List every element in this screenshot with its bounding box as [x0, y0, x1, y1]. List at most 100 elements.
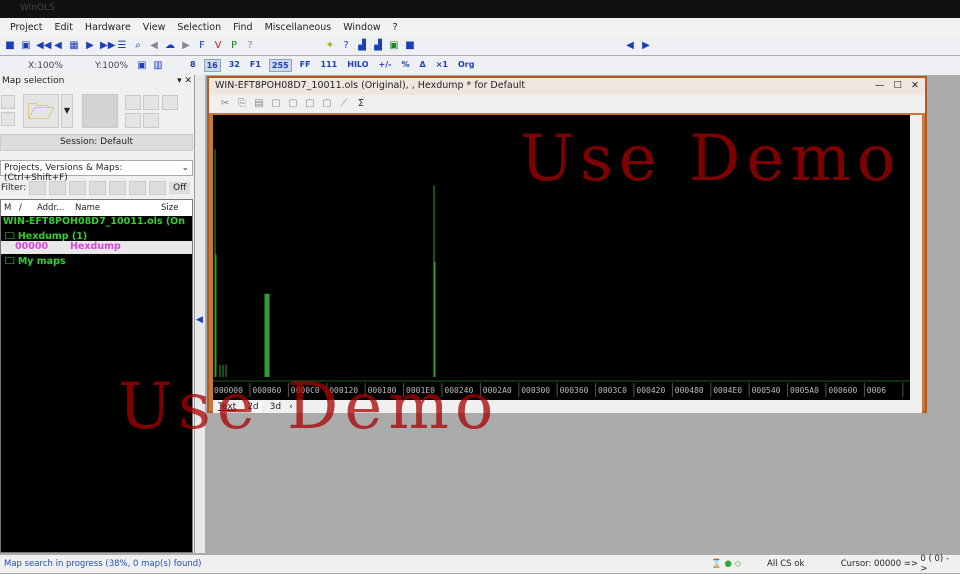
watermark: Use Demo — [520, 122, 902, 196]
search-icon[interactable]: ⌕ — [132, 40, 144, 52]
insert4-icon[interactable]: ▢ — [321, 98, 333, 110]
new-icon[interactable] — [1, 95, 15, 109]
status-bar: Map search in progress (38%, 0 map(s) fo… — [0, 554, 960, 574]
format-button[interactable]: F1 — [248, 59, 263, 72]
format-button[interactable]: Δ — [418, 59, 428, 72]
col-sort[interactable]: / — [19, 203, 37, 213]
filter-btn[interactable] — [149, 181, 167, 195]
status-message: Map search in progress (38%, 0 map(s) fo… — [4, 559, 202, 569]
last-icon[interactable]: ▶▶ — [100, 40, 115, 52]
format-button[interactable]: Org — [456, 59, 476, 72]
view-mode-icon[interactable]: ▣ — [136, 60, 148, 72]
open-folder-icon[interactable]: 🗁 — [23, 94, 59, 128]
filter-btn[interactable] — [109, 181, 127, 195]
menu-miscellaneous[interactable]: Miscellaneous — [259, 22, 338, 33]
tool-icon[interactable]: ⟋ — [338, 98, 350, 110]
chart-icon[interactable]: ▟ — [356, 40, 368, 52]
format-button[interactable]: 32 — [227, 59, 242, 72]
v-icon[interactable]: V — [212, 40, 224, 52]
menu-window[interactable]: Window — [337, 22, 386, 33]
tree-folder-hexdump[interactable]: 🗀 Hexdump (1) — [1, 229, 192, 242]
info-icon[interactable]: ? — [340, 40, 352, 52]
window-icon[interactable]: ▣ — [20, 40, 32, 52]
forward-icon[interactable]: ▶ — [180, 40, 192, 52]
vertical-scrollbar[interactable] — [910, 115, 922, 400]
project-icon[interactable]: ■ — [4, 40, 16, 52]
chart2-icon[interactable]: ▟ — [372, 40, 384, 52]
filter-btn[interactable] — [129, 181, 147, 195]
filter-btn[interactable] — [69, 181, 87, 195]
y-zoom-field[interactable]: Y:100% — [91, 61, 132, 71]
key-icon[interactable]: ✦ — [324, 40, 336, 52]
menu-[interactable]: ? — [387, 22, 404, 33]
format-button[interactable]: 111 — [319, 59, 340, 72]
project-file-icon — [82, 94, 118, 128]
panel-splitter[interactable]: ◀ — [195, 75, 205, 553]
format-button[interactable]: 8 — [188, 59, 198, 72]
nav-left-icon[interactable]: ◀ — [624, 40, 636, 52]
prev-icon[interactable]: ◀ — [52, 40, 64, 52]
next-icon[interactable]: ▶ — [84, 40, 96, 52]
export-icon[interactable]: ▣ — [388, 40, 400, 52]
filter-label: Filter: — [1, 183, 27, 193]
f-icon[interactable]: F — [196, 40, 208, 52]
import-icon[interactable] — [125, 95, 141, 110]
filter-off-select[interactable]: Off — [169, 182, 191, 194]
projects-combo[interactable]: Projects, Versions & Maps: (Ctrl+Shift+F… — [0, 160, 193, 183]
dropdown-icon[interactable]: ▼ — [61, 94, 73, 128]
cut-icon[interactable]: ✂ — [219, 98, 231, 110]
format-button[interactable]: HILO — [345, 59, 370, 72]
insert2-icon[interactable]: ▢ — [287, 98, 299, 110]
format-button[interactable]: 16 — [203, 59, 221, 72]
collapse-arrow-icon[interactable]: ◀ — [196, 315, 203, 325]
sum-icon[interactable]: Σ — [355, 98, 367, 110]
cloud-download-icon[interactable] — [162, 95, 178, 110]
menu-hardware[interactable]: Hardware — [79, 22, 137, 33]
menu-selection[interactable]: Selection — [171, 22, 227, 33]
first-icon[interactable]: ◀◀ — [36, 40, 51, 52]
format-button[interactable]: % — [400, 59, 412, 72]
menu-edit[interactable]: Edit — [49, 22, 79, 33]
paste-icon[interactable]: ▤ — [253, 98, 265, 110]
filter-btn[interactable] — [29, 181, 47, 195]
format-button[interactable]: FF — [298, 59, 313, 72]
menu-find[interactable]: Find — [227, 22, 258, 33]
magic-icon[interactable] — [143, 95, 159, 110]
col-name[interactable]: Name — [75, 203, 161, 213]
help-icon[interactable]: ? — [244, 40, 256, 52]
insert-icon[interactable]: ▢ — [270, 98, 282, 110]
filter-btn[interactable] — [89, 181, 107, 195]
tree-folder-mymaps[interactable]: 🗀 My maps — [1, 254, 192, 267]
grid-icon[interactable]: ▦ — [68, 40, 80, 52]
folder-label: My maps — [17, 255, 66, 267]
cloud-icon[interactable]: ☁ — [164, 40, 176, 52]
filter-btn[interactable] — [49, 181, 67, 195]
p-icon[interactable]: P — [228, 40, 240, 52]
back-icon[interactable]: ◀ — [148, 40, 160, 52]
status-icons: ⌛ ● ◇ — [711, 559, 742, 569]
format-button[interactable]: ×1 — [434, 59, 450, 72]
tree-map-row[interactable]: 00000 Hexdump — [1, 241, 192, 254]
col-m[interactable]: M — [1, 203, 19, 213]
col-addr[interactable]: Addr... — [37, 203, 75, 213]
menu-project[interactable]: Project — [4, 22, 49, 33]
export-icon[interactable] — [125, 113, 141, 128]
session-button[interactable]: Session: Default — [0, 134, 193, 151]
col-size[interactable]: Size — [161, 203, 178, 213]
window-controls[interactable]: — ☐ ✕ — [875, 80, 919, 93]
axis-label: 0003C0 — [598, 386, 627, 395]
view-mode2-icon[interactable]: ▥ — [152, 60, 164, 72]
nav-right-icon[interactable]: ▶ — [640, 40, 652, 52]
format-button[interactable]: 255 — [268, 59, 292, 72]
x-zoom-field[interactable]: X:100% — [24, 61, 67, 71]
save-icon[interactable] — [1, 112, 15, 126]
insert3-icon[interactable]: ▢ — [304, 98, 316, 110]
tree-project[interactable]: WIN-EFT8POH08D7_10011.ols (On — [1, 216, 192, 229]
copy-icon[interactable]: ⎘ — [236, 98, 248, 110]
format-button[interactable]: +/- — [377, 59, 394, 72]
send-icon[interactable] — [143, 113, 159, 128]
menu-view[interactable]: View — [137, 22, 172, 33]
list-icon[interactable]: ☰ — [116, 40, 128, 52]
color-icon[interactable]: ■ — [404, 40, 416, 52]
close-icon[interactable]: ▾ ✕ — [177, 76, 192, 88]
